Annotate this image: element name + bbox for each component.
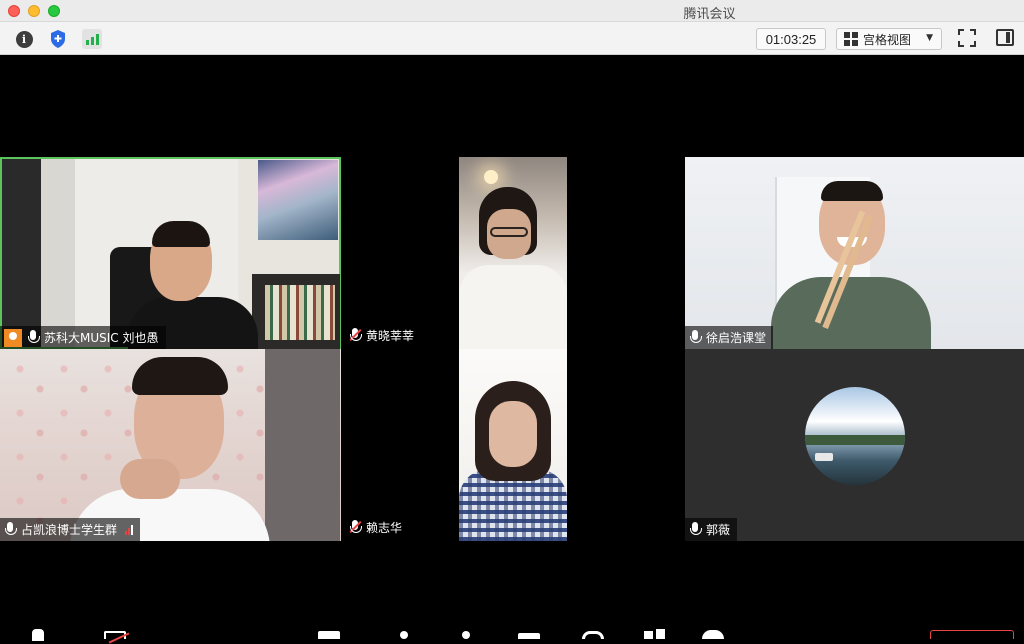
application-icon[interactable] [644, 629, 666, 639]
participant-avatar [805, 387, 905, 485]
participant-nametag: 黄晓莘莘 [345, 324, 421, 347]
fullscreen-icon[interactable] [958, 29, 976, 47]
members-icon[interactable] [400, 631, 408, 639]
signal-icon[interactable] [82, 29, 102, 49]
mute-mic-icon[interactable] [32, 629, 44, 641]
participant-tile-2[interactable] [459, 157, 567, 349]
settings-icon[interactable] [702, 630, 724, 639]
meeting-toolbar: i 01:03:25 宫格视图 ▼ [0, 22, 1024, 55]
mic-icon [4, 521, 17, 538]
window-title: 腾讯会议 [683, 7, 736, 22]
mic-icon [27, 329, 40, 346]
participant-name: 黄晓莘莘 [366, 329, 415, 343]
mic-icon [689, 329, 702, 346]
record-icon[interactable] [582, 631, 604, 639]
wall-painting [258, 160, 338, 240]
mic-muted-icon [349, 327, 362, 344]
caret-down-icon: ▼ [926, 33, 933, 43]
participant-nametag: 占凯浪博士学生群 [0, 518, 141, 541]
glasses [490, 227, 528, 237]
view-mode-select[interactable]: 宫格视图 ▼ [836, 28, 942, 50]
weak-signal-icon [125, 524, 134, 535]
video-grid: 苏科大MUSIC 刘也愚 黄晓莘莘 徐启浩课堂 占凯浪博士学生群 赖志华 郭薇 [0, 55, 1024, 641]
participant-nametag: 赖志华 [345, 516, 409, 539]
host-icon [4, 328, 22, 347]
participant-hand [120, 459, 180, 499]
participant-hair [152, 221, 210, 247]
books [265, 285, 335, 340]
ceiling-lamp [484, 170, 498, 184]
participant-hair [821, 181, 883, 201]
mic-icon [689, 521, 702, 538]
participant-name: 赖志华 [366, 521, 403, 535]
participant-nametag: 郭薇 [685, 518, 738, 541]
participant-body [771, 277, 931, 349]
participant-tile-1[interactable]: 苏科大MUSIC 刘也愚 [0, 157, 341, 349]
participant-name: 郭薇 [706, 523, 731, 537]
meeting-timer: 01:03:25 [756, 28, 826, 50]
view-mode-label: 宫格视图 [863, 32, 912, 47]
info-icon[interactable]: i [14, 29, 34, 49]
participant-body [459, 265, 567, 349]
sidebar-toggle-icon[interactable] [996, 29, 1014, 46]
participant-tile-3[interactable]: 徐启浩课堂 [685, 157, 1024, 349]
participant-name: 徐启浩课堂 [706, 331, 767, 345]
share-screen-icon[interactable] [318, 631, 340, 639]
participant-hair [132, 357, 228, 395]
participant-name: 苏科大MUSIC 刘也愚 [44, 331, 159, 345]
apps-icon[interactable] [518, 633, 540, 639]
title-bar: 腾讯会议 [0, 0, 1024, 22]
participant-name: 占凯浪博士学生群 [21, 523, 118, 537]
stop-video-icon[interactable] [104, 631, 126, 639]
leave-meeting-button[interactable] [930, 630, 1014, 639]
shield-icon[interactable] [48, 29, 68, 49]
participant-nametag: 徐启浩课堂 [685, 326, 774, 349]
participant-tile-6[interactable]: 郭薇 [685, 349, 1024, 541]
participant-nametag: 苏科大MUSIC 刘也愚 [0, 326, 166, 349]
chat-icon[interactable] [462, 631, 470, 639]
grid-icon [844, 32, 858, 46]
mic-muted-icon [349, 519, 362, 536]
participant-tile-5[interactable] [459, 349, 567, 541]
participant-tile-4[interactable]: 占凯浪博士学生群 [0, 349, 341, 541]
participant-face [489, 401, 537, 467]
doorway [265, 349, 340, 541]
